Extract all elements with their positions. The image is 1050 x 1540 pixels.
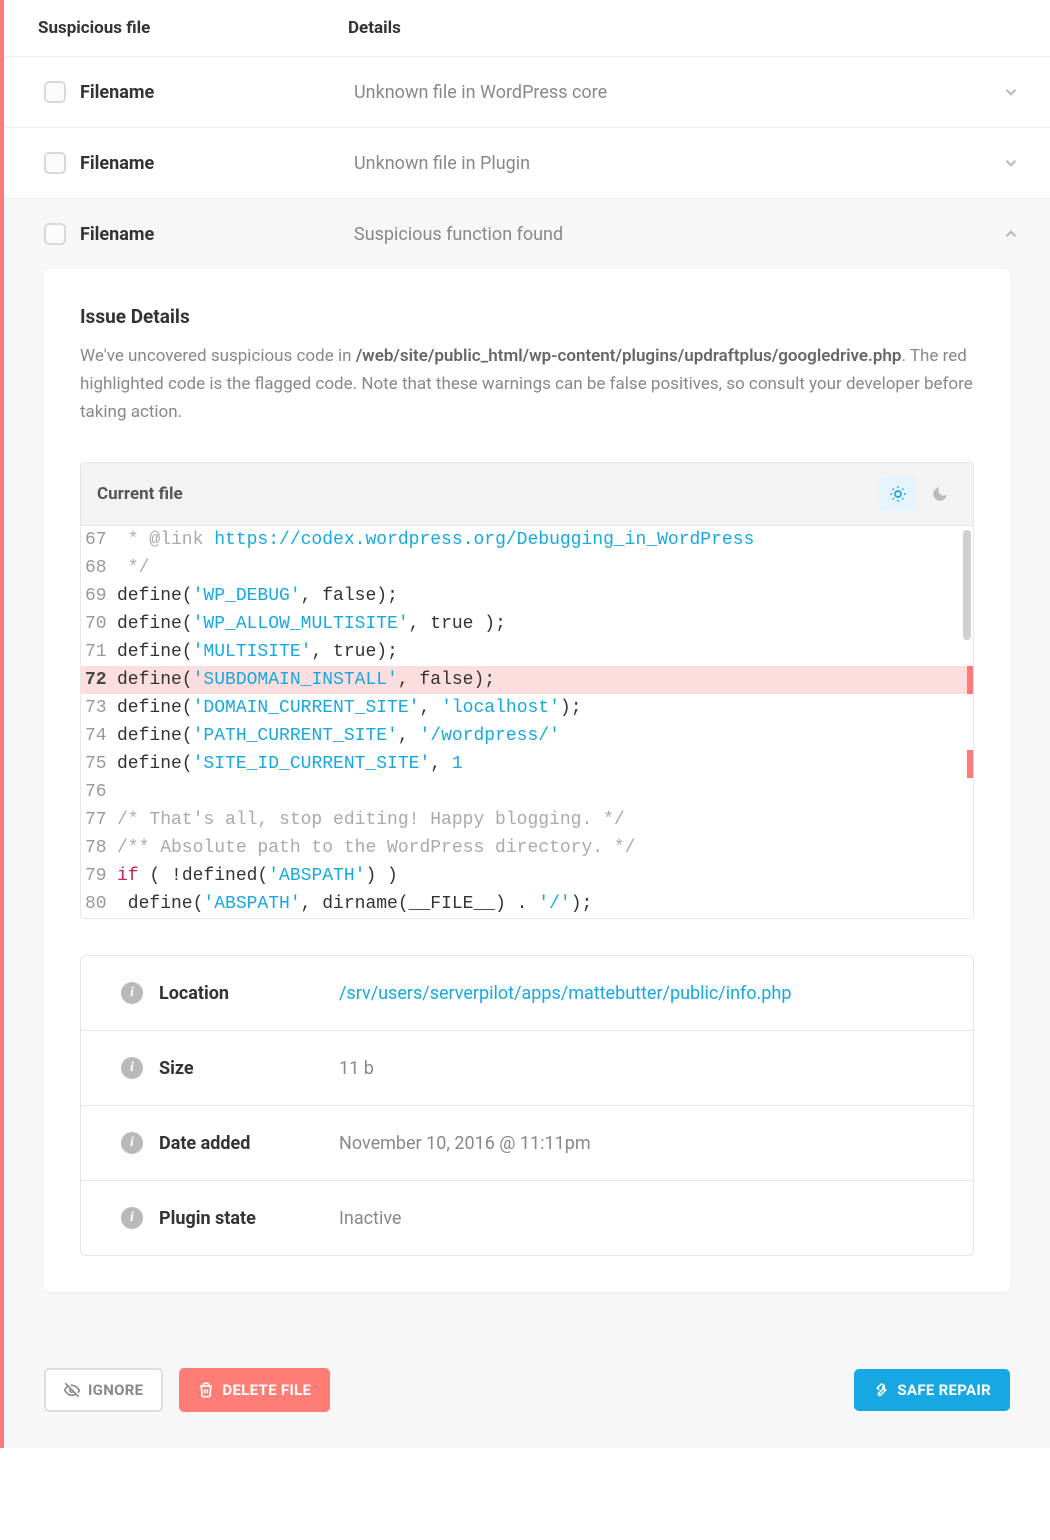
issue-details-description: We've uncovered suspicious code in /web/… <box>80 342 974 426</box>
code-content <box>117 778 128 806</box>
code-line: 78/** Absolute path to the WordPress dir… <box>81 834 973 862</box>
code-content: define('SITE_ID_CURRENT_SITE', 1 <box>117 750 463 778</box>
info-label: Plugin state <box>159 1208 339 1229</box>
info-icon: i <box>121 982 143 1004</box>
code-content: * @link https://codex.wordpress.org/Debu… <box>117 526 754 554</box>
eye-off-icon <box>64 1382 80 1398</box>
info-icon: i <box>121 1057 143 1079</box>
code-content: if ( !defined('ABSPATH') ) <box>117 862 398 890</box>
code-line: 68 */ <box>81 554 973 582</box>
info-value: Inactive <box>339 1208 401 1229</box>
moon-icon <box>931 485 949 503</box>
code-content: */ <box>117 554 149 582</box>
code-content: define('PATH_CURRENT_SITE', '/wordpress/… <box>117 722 560 750</box>
code-body[interactable]: 67 * @link https://codex.wordpress.org/D… <box>81 526 973 918</box>
dark-theme-button[interactable] <box>921 477 959 511</box>
info-icon: i <box>121 1132 143 1154</box>
line-number: 74 <box>81 722 117 750</box>
code-content: /** Absolute path to the WordPress direc… <box>117 834 635 862</box>
info-label: Location <box>159 983 339 1004</box>
code-content: /* That's all, stop editing! Happy blogg… <box>117 806 625 834</box>
file-info-table: i Location/srv/users/serverpilot/apps/mat… <box>80 955 974 1256</box>
code-content: define('WP_ALLOW_MULTISITE', true ); <box>117 610 506 638</box>
ignore-button[interactable]: IGNORE <box>44 1368 163 1412</box>
code-line: 69define('WP_DEBUG', false); <box>81 582 973 610</box>
code-content: define('ABSPATH', dirname(__FILE__) . '/… <box>117 890 592 918</box>
delete-file-button[interactable]: DELETE FILE <box>179 1368 330 1412</box>
info-label: Size <box>159 1058 339 1079</box>
code-line: 80 define('ABSPATH', dirname(__FILE__) .… <box>81 890 973 918</box>
info-row: i Location/srv/users/serverpilot/apps/mat… <box>81 956 973 1031</box>
code-content: define('MULTISITE', true); <box>117 638 398 666</box>
current-file-label: Current file <box>97 484 183 504</box>
row-checkbox[interactable] <box>44 223 66 245</box>
code-line: 74define('PATH_CURRENT_SITE', '/wordpres… <box>81 722 973 750</box>
info-value: 11 b <box>339 1058 374 1079</box>
code-line: 75define('SITE_ID_CURRENT_SITE', 1 <box>81 750 973 778</box>
sun-icon <box>889 485 907 503</box>
code-block: Current file 67 * @link https://codex.wo… <box>80 462 974 919</box>
line-number: 70 <box>81 610 117 638</box>
code-content: define('SUBDOMAIN_INSTALL', false); <box>117 666 495 694</box>
code-content: define('DOMAIN_CURRENT_SITE', 'localhost… <box>117 694 582 722</box>
line-number: 69 <box>81 582 117 610</box>
light-theme-button[interactable] <box>879 477 917 511</box>
line-number: 73 <box>81 694 117 722</box>
file-row[interactable]: FilenameSuspicious function found <box>4 199 1050 269</box>
line-number: 72 <box>81 666 117 694</box>
line-number: 67 <box>81 526 117 554</box>
line-number: 78 <box>81 834 117 862</box>
issue-details-title: Issue Details <box>80 305 974 328</box>
theme-toggle <box>879 477 959 511</box>
file-row[interactable]: FilenameUnknown file in WordPress core <box>4 57 1050 128</box>
row-filename-label: Filename <box>80 82 354 103</box>
chevron-down-icon[interactable] <box>1000 154 1022 172</box>
row-checkbox[interactable] <box>44 152 66 174</box>
safe-repair-button[interactable]: SAFE REPAIR <box>854 1369 1010 1411</box>
row-filename-label: Filename <box>80 224 354 245</box>
info-icon: i <box>121 1207 143 1229</box>
line-number: 80 <box>81 890 117 918</box>
line-number: 71 <box>81 638 117 666</box>
issue-expand-panel: Issue Details We've uncovered suspicious… <box>4 269 1050 1332</box>
info-row: i Plugin stateInactive <box>81 1181 973 1255</box>
header-details: Details <box>348 18 401 38</box>
line-number: 79 <box>81 862 117 890</box>
code-line: 77/* That's all, stop editing! Happy blo… <box>81 806 973 834</box>
chevron-up-icon[interactable] <box>1000 225 1022 243</box>
code-line: 72define('SUBDOMAIN_INSTALL', false); <box>81 666 973 694</box>
trash-icon <box>198 1382 214 1398</box>
code-content: define('WP_DEBUG', false); <box>117 582 398 610</box>
row-details: Unknown file in WordPress core <box>354 82 1000 103</box>
info-value: November 10, 2016 @ 11:11pm <box>339 1133 591 1154</box>
info-row: i Date addedNovember 10, 2016 @ 11:11pm <box>81 1106 973 1181</box>
row-details: Suspicious function found <box>354 224 1000 245</box>
row-details: Unknown file in Plugin <box>354 153 1000 174</box>
code-line: 71define('MULTISITE', true); <box>81 638 973 666</box>
info-label: Date added <box>159 1133 339 1154</box>
line-number: 68 <box>81 554 117 582</box>
code-line: 70define('WP_ALLOW_MULTISITE', true ); <box>81 610 973 638</box>
file-row[interactable]: FilenameUnknown file in Plugin <box>4 128 1050 199</box>
line-number: 77 <box>81 806 117 834</box>
action-bar: IGNORE DELETE FILE SAFE REPAIR <box>4 1332 1050 1448</box>
code-line: 67 * @link https://codex.wordpress.org/D… <box>81 526 973 554</box>
code-line: 79if ( !defined('ABSPATH') ) <box>81 862 973 890</box>
row-filename-label: Filename <box>80 153 354 174</box>
line-number: 75 <box>81 750 117 778</box>
row-checkbox[interactable] <box>44 81 66 103</box>
wrench-icon <box>873 1382 889 1398</box>
chevron-down-icon[interactable] <box>1000 83 1022 101</box>
info-value[interactable]: /srv/users/serverpilot/apps/mattebutter/… <box>339 983 791 1004</box>
info-row: i Size11 b <box>81 1031 973 1106</box>
line-number: 76 <box>81 778 117 806</box>
table-header: Suspicious file Details <box>4 0 1050 57</box>
code-line: 73define('DOMAIN_CURRENT_SITE', 'localho… <box>81 694 973 722</box>
code-line: 76 <box>81 778 973 806</box>
header-suspicious-file: Suspicious file <box>38 18 348 38</box>
